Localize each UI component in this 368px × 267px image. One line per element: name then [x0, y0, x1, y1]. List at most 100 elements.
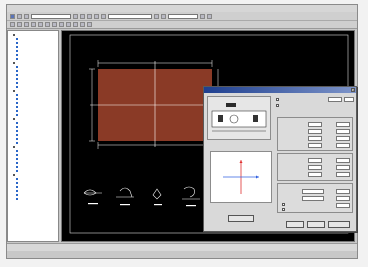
toolbar-button[interactable] — [31, 22, 36, 27]
param-field[interactable] — [336, 165, 350, 170]
arrow-icon — [256, 175, 259, 179]
preview-pane — [210, 151, 272, 203]
param-field[interactable] — [336, 158, 350, 163]
layer-combo[interactable] — [31, 13, 71, 19]
option-checkbox[interactable] — [276, 98, 279, 101]
toolbar-main — [7, 12, 357, 21]
toolbar-button[interactable] — [59, 22, 64, 27]
folder-icon — [16, 102, 18, 104]
toolbar-button[interactable] — [73, 22, 78, 27]
folder-icon — [16, 70, 18, 72]
reinforcement-group — [277, 117, 353, 151]
toolbar-button[interactable] — [24, 13, 29, 19]
toolbar-button[interactable] — [87, 22, 92, 27]
style-combo[interactable] — [108, 13, 152, 19]
folder-icon — [16, 78, 18, 80]
toolbar-button[interactable] — [45, 22, 50, 27]
param-field[interactable] — [336, 172, 350, 177]
toolbar-secondary — [7, 21, 357, 29]
folder-icon — [13, 34, 15, 36]
toolbar-button[interactable] — [80, 13, 85, 19]
param-field[interactable] — [336, 196, 350, 201]
param-field[interactable] — [302, 196, 324, 201]
param-field[interactable] — [302, 189, 324, 194]
option-checkbox[interactable] — [282, 208, 285, 211]
section-symbol — [83, 189, 97, 196]
tree-item[interactable] — [10, 197, 58, 201]
section-symbol — [183, 186, 195, 198]
folder-icon — [16, 110, 18, 112]
cancel-button[interactable] — [307, 221, 325, 228]
folder-icon — [16, 54, 18, 56]
toolbar-button[interactable] — [52, 22, 57, 27]
folder-icon — [16, 138, 18, 140]
toolbar-button[interactable] — [17, 22, 22, 27]
section-details — [83, 186, 218, 200]
value-field[interactable] — [328, 97, 342, 102]
toolbar-button[interactable] — [94, 13, 99, 19]
scale-combo[interactable] — [168, 13, 198, 19]
section-label-mark — [154, 204, 162, 206]
param-field[interactable] — [336, 189, 350, 194]
toolbar-button[interactable] — [10, 22, 15, 27]
toolbar-button[interactable] — [200, 13, 205, 19]
toolbar-button[interactable] — [154, 13, 159, 19]
folder-icon — [16, 38, 18, 40]
toolbar-button[interactable] — [38, 22, 43, 27]
folder-icon — [13, 62, 15, 64]
dialog-title-bar[interactable]: × — [204, 87, 356, 93]
param-field[interactable] — [336, 143, 350, 148]
menu-bar[interactable] — [7, 5, 357, 12]
param-field[interactable] — [308, 158, 322, 163]
param-field[interactable] — [336, 203, 350, 208]
toolbar-button[interactable] — [87, 13, 92, 19]
section-block — [253, 115, 258, 122]
toolbar-button[interactable] — [17, 13, 22, 19]
unit-field[interactable] — [344, 97, 354, 102]
toolbar-button[interactable] — [66, 22, 71, 27]
toolbar-button[interactable] — [101, 13, 106, 19]
param-field[interactable] — [308, 136, 322, 141]
param-field[interactable] — [336, 129, 350, 134]
folder-icon — [16, 42, 18, 44]
section-type-group — [207, 96, 271, 140]
folder-icon — [16, 170, 18, 172]
tree-list — [8, 31, 58, 201]
folder-icon — [16, 46, 18, 48]
folder-icon — [16, 162, 18, 164]
param-field[interactable] — [336, 136, 350, 141]
param-field[interactable] — [308, 143, 322, 148]
toolbar-button[interactable] — [73, 13, 78, 19]
toolbar-button[interactable] — [161, 13, 166, 19]
arrow-icon — [239, 160, 243, 163]
folder-icon — [16, 114, 18, 116]
project-tree[interactable] — [7, 30, 59, 242]
param-field[interactable] — [336, 122, 350, 127]
toolbar-button[interactable] — [24, 22, 29, 27]
param-field[interactable] — [308, 122, 322, 127]
close-icon[interactable]: × — [351, 88, 355, 92]
option-checkbox[interactable] — [282, 203, 285, 206]
toolbar-button[interactable] — [80, 22, 85, 27]
marker-block — [226, 103, 236, 107]
app-icon[interactable] — [10, 13, 15, 19]
folder-icon — [16, 178, 18, 180]
preview-button[interactable] — [228, 215, 254, 222]
ok-button[interactable] — [286, 221, 304, 228]
folder-icon — [16, 82, 18, 84]
folder-icon — [16, 194, 18, 196]
param-field[interactable] — [308, 172, 322, 177]
section-label-mark — [120, 204, 130, 206]
option-checkbox[interactable] — [276, 104, 279, 107]
help-button[interactable] — [328, 221, 350, 228]
toolbar-button[interactable] — [207, 13, 212, 19]
folder-icon — [16, 58, 18, 60]
preview-axes — [223, 160, 259, 194]
folder-icon — [16, 150, 18, 152]
folder-icon — [16, 198, 18, 200]
param-field[interactable] — [308, 129, 322, 134]
param-field[interactable] — [308, 165, 322, 170]
status-bar — [7, 243, 357, 251]
folder-icon — [16, 106, 18, 108]
section-labels — [88, 203, 196, 207]
